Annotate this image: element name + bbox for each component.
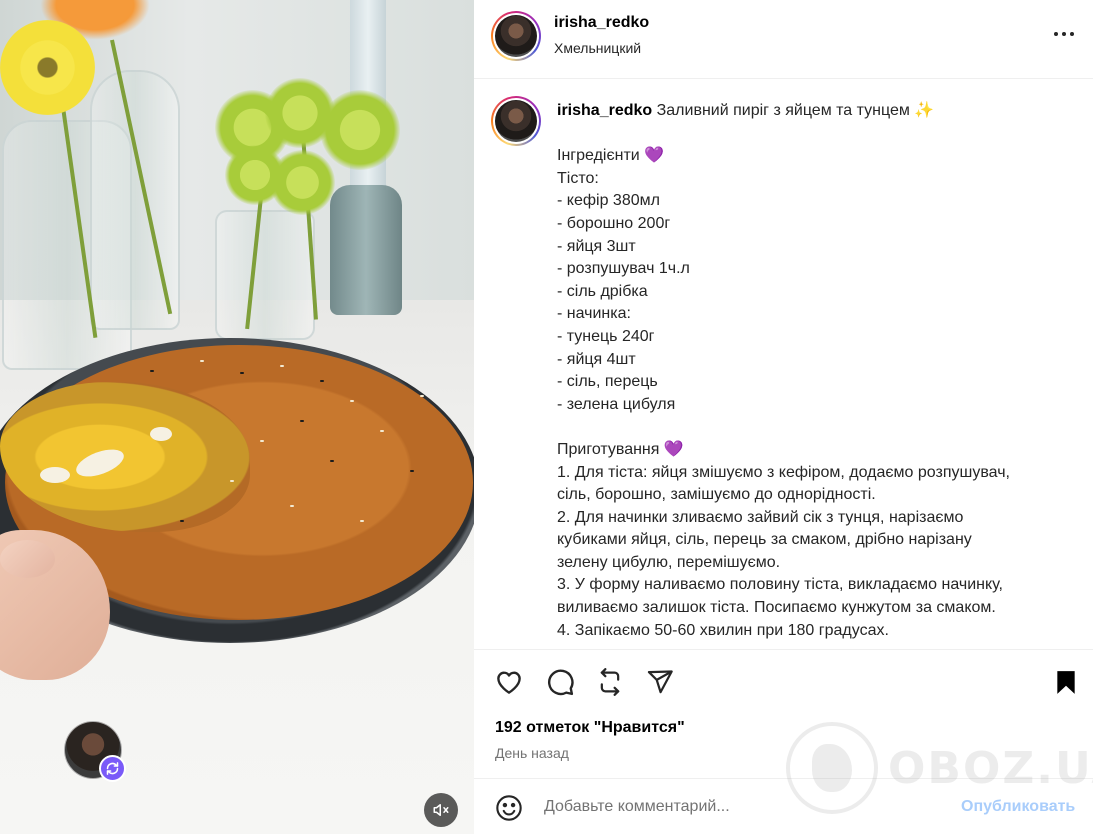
post-time[interactable]: День назад [495,745,569,761]
caption-line: - борошно 200г [557,214,671,232]
mute-button[interactable] [424,793,458,827]
caption-line: - яйця 3шт [557,237,636,255]
caption-line: 2. Для начинки зливаємо зайвий сік з тун… [557,508,964,526]
send-icon [647,670,673,694]
candle-holder [330,185,402,315]
post-location[interactable]: Хмельницкий [554,40,641,56]
caption-line: Приготування 💜 [557,440,684,458]
caption-line: - сіль, перець [557,373,658,391]
save-button[interactable] [1050,666,1082,698]
watermark-text: OBOZ.UA [888,742,1093,794]
likes-count[interactable]: 192 отметок "Нравится" [495,719,685,737]
caption-line: - розпушувач 1ч.л [557,260,690,278]
heart-icon [497,671,521,694]
caption-line: - яйця 4шт [557,350,636,368]
like-button[interactable] [493,666,525,698]
actions-bar: 192 отметок "Нравится" День назад Опубли… [474,649,1093,834]
caption-line: виливаємо залишок тіста. Посипаємо кунжу… [557,599,996,617]
watermark: OBOZ.UA [786,722,1093,814]
comment-icon [548,669,574,696]
caption-avatar[interactable] [491,96,541,146]
caption-line: 4. Запікаємо 50-60 хвилин при 180 градус… [557,621,889,639]
caption-line: 1. Для тіста: яйця змішуємо з кефіром, д… [557,463,1010,481]
repost-button[interactable] [594,666,626,698]
author-avatar[interactable] [491,11,541,61]
caption-title: Заливний пиріг з яйцем та тунцем ✨ [656,102,935,119]
post-details: irisha_redko Хмельницкий irisha_redko За… [474,0,1093,834]
share-button[interactable] [644,666,676,698]
mute-icon [433,804,449,816]
caption-text: irisha_redko Заливний пиріг з яйцем та т… [557,100,1077,642]
caption-line: - тунець 240г [557,327,655,345]
green-flower [320,90,400,170]
post-media[interactable] [0,0,474,834]
author-username[interactable]: irisha_redko [554,14,649,32]
caption-gap [557,416,1077,439]
caption-line: Інгредієнти 💜 [557,147,665,165]
caption-line: - сіль дрібка [557,282,648,300]
caption-line: Тісто: [557,169,599,187]
emoji-button[interactable] [493,792,525,824]
emoji-icon [496,795,522,821]
repost-icon [600,668,620,696]
green-flower [270,150,335,215]
caption-gap [557,123,1077,146]
remix-badge-icon[interactable] [99,755,126,782]
caption-username[interactable]: irisha_redko [557,102,652,119]
caption-line: 3. У форму наливаємо половину тіста, вик… [557,576,1003,594]
post-header: irisha_redko Хмельницкий [474,0,1093,79]
globe-icon [786,722,878,814]
caption-line: кубиками яйця, сіль, перець за смаком, д… [557,531,972,549]
yellow-flower [0,20,95,115]
caption-title-line: irisha_redko Заливний пиріг з яйцем та т… [557,100,1077,123]
more-icon[interactable] [1049,22,1079,46]
caption-line: сіль, борошно, замішуємо до однорідності… [557,486,876,504]
caption-line: - кефір 380мл [557,192,660,210]
caption-line: - зелена цибуля [557,395,676,413]
caption-section: irisha_redko Заливний пиріг з яйцем та т… [474,79,1093,649]
bookmark-icon [1057,671,1075,694]
glass-vase [215,210,315,340]
hand-thumb [0,540,55,578]
comment-button[interactable] [544,666,576,698]
caption-lines: Інгредієнти 💜 Тісто: - кефір 380мл - борошн… [557,145,1077,642]
caption-line: зелену цибулю, перемішуємо. [557,553,781,571]
caption-line: - начинка: [557,305,631,323]
